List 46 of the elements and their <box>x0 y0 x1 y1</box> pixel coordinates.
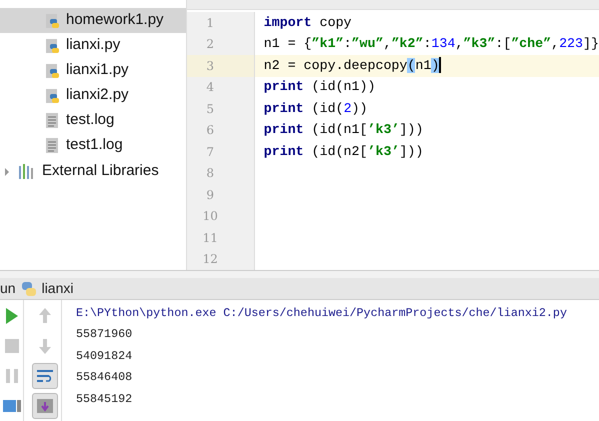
line-number: 2 <box>186 34 255 55</box>
run-panel-title: un <box>0 279 16 298</box>
file-tree-item[interactable]: lianxi2.py <box>0 83 186 108</box>
scroll-to-end-button[interactable] <box>32 393 58 419</box>
code-line: print (id(n1[’k3’])) <box>262 121 424 140</box>
python-file-icon <box>44 62 60 78</box>
file-tree-item[interactable]: test1.log <box>0 133 186 158</box>
line-number: 7 <box>186 141 255 162</box>
python-file-icon <box>44 38 60 54</box>
line-number: 6 <box>186 120 255 141</box>
soft-wrap-button[interactable] <box>32 363 58 389</box>
line-number: 1 <box>186 12 255 34</box>
line-number: 5 <box>186 98 255 120</box>
text-file-icon <box>44 137 60 154</box>
file-tree-item[interactable]: lianxi.py <box>0 33 186 58</box>
code-line: import copy <box>262 14 352 32</box>
expand-arrow-icon[interactable] <box>2 166 12 176</box>
console-output: 55871960 <box>76 326 134 344</box>
python-file-icon <box>44 88 60 104</box>
line-number: 10 <box>186 206 255 227</box>
line-number: 4 <box>186 76 255 98</box>
line-number: 9 <box>186 184 255 206</box>
panel-splitter[interactable] <box>0 270 599 278</box>
console-command: E:\PYthon\python.exe C:/Users/chehuiwei/PycharmProjects/che/lianxi2.py <box>76 304 567 322</box>
line-number: 8 <box>186 162 255 184</box>
line-number: 12 <box>186 248 255 270</box>
code-line: n1 = {”k1”:”wu”,”k2”:134,”k3”:[”che”,223]} <box>262 35 599 54</box>
scroll-to-end-icon <box>34 396 54 416</box>
code-line: print (id(2)) <box>262 100 368 118</box>
line-number: 3 <box>186 55 255 76</box>
console-output: 55846408 <box>76 369 134 386</box>
library-tree-item[interactable]: External Libraries <box>0 159 186 184</box>
file-tree-item[interactable]: lianxi1.py <box>0 58 186 83</box>
run-config-tab[interactable]: lianxi <box>42 278 74 299</box>
code-line: print (id(n1)) <box>262 78 376 96</box>
code-line: n2 = copy.deepcopy(n1) <box>262 56 442 76</box>
python-file-icon <box>44 12 60 28</box>
code-line: print (id(n2[’k3’])) <box>262 142 424 161</box>
console-output: 55845192 <box>76 390 134 408</box>
file-tree-item[interactable]: test.log <box>0 108 186 133</box>
file-tree-item[interactable]: homework1.py <box>0 8 186 33</box>
library-icon <box>18 164 36 180</box>
text-file-icon <box>44 112 60 129</box>
line-number: 11 <box>186 227 255 248</box>
console-output: 54091824 <box>76 348 134 365</box>
python-icon <box>20 280 38 298</box>
